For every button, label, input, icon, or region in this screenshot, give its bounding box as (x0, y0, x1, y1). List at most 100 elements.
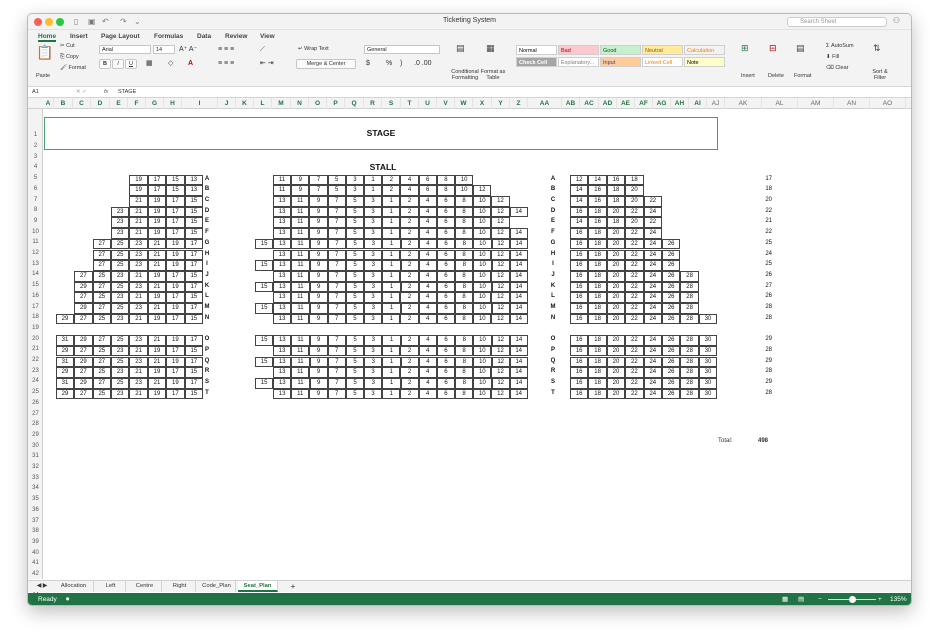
seat[interactable]: 15 (255, 335, 274, 346)
seat[interactable]: 6 (436, 388, 455, 400)
seat[interactable]: 5 (346, 303, 365, 314)
seat[interactable]: 16 (606, 174, 626, 186)
seat[interactable]: 7 (327, 345, 346, 357)
seat[interactable]: 3 (364, 367, 383, 378)
seat[interactable]: 18 (606, 196, 626, 207)
seat[interactable]: 24 (643, 356, 662, 368)
seat[interactable]: 25 (92, 292, 111, 303)
seat[interactable]: 23 (129, 356, 148, 368)
row-header-2[interactable]: 2 (28, 143, 43, 154)
cell-style-calculation[interactable]: Calculation (684, 45, 725, 55)
seat[interactable]: 1 (382, 356, 401, 368)
seat[interactable]: 2 (400, 217, 419, 229)
row-header-11[interactable]: 11 (28, 239, 43, 250)
seat[interactable]: 16 (588, 196, 607, 207)
fill-color-icon[interactable]: ◇ (168, 60, 173, 67)
sheet-tab-right[interactable]: Right (164, 581, 196, 592)
tab-formulas[interactable]: Formulas (154, 31, 183, 42)
seat[interactable]: 22 (625, 367, 644, 378)
column-header-af[interactable]: AF (635, 98, 653, 109)
row-header-36[interactable]: 36 (28, 507, 43, 518)
seat[interactable]: 9 (309, 367, 328, 378)
seat[interactable]: 8 (455, 345, 474, 357)
seat[interactable]: 13 (273, 367, 292, 378)
seat[interactable]: 2 (382, 185, 401, 196)
seat[interactable]: 10 (473, 270, 492, 282)
seat[interactable]: 13 (273, 313, 292, 325)
seat[interactable]: 19 (147, 217, 167, 229)
row-header-19[interactable]: 19 (28, 325, 43, 336)
seat[interactable]: 25 (92, 388, 111, 400)
seat[interactable]: 3 (364, 260, 383, 271)
seat[interactable]: 6 (436, 196, 455, 207)
seat[interactable]: 22 (625, 281, 644, 293)
seat[interactable]: 5 (345, 292, 364, 303)
column-header-c[interactable]: C (73, 98, 91, 109)
seat[interactable]: 2 (400, 292, 419, 303)
seat[interactable]: 11 (273, 185, 292, 196)
seat[interactable]: 2 (400, 238, 419, 250)
seat[interactable]: 6 (437, 377, 456, 389)
sort-filter-icon[interactable]: ⇅ (873, 44, 881, 54)
cell-style-explanatory[interactable]: Explanatory... (558, 57, 599, 67)
seat[interactable]: 4 (418, 335, 437, 346)
seat[interactable]: 13 (273, 217, 292, 229)
seat[interactable]: 6 (418, 185, 437, 196)
seat[interactable]: 21 (147, 249, 167, 261)
seat[interactable]: 11 (291, 281, 310, 293)
seat[interactable]: 10 (473, 217, 492, 229)
format-as-table-icon[interactable]: ▦ (486, 44, 495, 54)
seat[interactable]: 5 (345, 270, 364, 282)
seat[interactable]: 20 (625, 196, 644, 207)
seat[interactable]: 6 (436, 313, 455, 325)
seat[interactable]: 7 (309, 185, 328, 196)
seat[interactable]: 8 (455, 196, 474, 207)
font-size-select[interactable]: 14 (153, 45, 175, 54)
worksheet-grid[interactable]: A B C D E F G H I J K L M N O P Q R S T U V W X Y Z AA AB AC AD AE AF AG… (28, 98, 911, 598)
seat[interactable]: 26 (662, 303, 681, 314)
seat[interactable]: 21 (129, 313, 148, 325)
seat[interactable]: 4 (418, 345, 437, 357)
seat[interactable]: 17 (166, 196, 185, 207)
seat[interactable]: 14 (509, 313, 528, 325)
sheet-nav-icon[interactable]: ◀ ▶ (32, 581, 52, 592)
row-header-37[interactable]: 37 (28, 518, 43, 529)
seat[interactable]: 12 (491, 367, 510, 378)
seat[interactable]: 20 (606, 292, 626, 303)
seat[interactable]: 4 (418, 303, 437, 314)
cell-style-bad[interactable]: Bad (558, 45, 599, 55)
seat[interactable]: 19 (166, 281, 185, 293)
seat[interactable]: 27 (92, 260, 111, 271)
seat[interactable]: 22 (625, 377, 644, 389)
seat[interactable]: 10 (473, 367, 492, 378)
row-header-38[interactable]: 38 (28, 528, 43, 539)
seat[interactable]: 12 (491, 335, 510, 346)
seat[interactable]: 21 (129, 388, 148, 400)
seat[interactable]: 23 (129, 249, 148, 261)
cell-style-linkedcell[interactable]: Linked Cell (642, 57, 683, 67)
row-header-28[interactable]: 28 (28, 421, 43, 432)
column-header-aj[interactable]: AJ (707, 98, 725, 109)
seat[interactable]: 10 (473, 238, 492, 250)
seat[interactable]: 21 (129, 367, 148, 378)
seat[interactable]: 17 (166, 228, 185, 239)
seat[interactable]: 20 (606, 335, 626, 346)
seat[interactable]: 10 (473, 377, 492, 389)
macro-record-icon[interactable]: ⏺ (66, 593, 69, 605)
seat[interactable]: 16 (570, 249, 589, 261)
seat[interactable]: 3 (364, 292, 383, 303)
seat[interactable]: 28 (680, 356, 699, 368)
column-header-y[interactable]: Y (492, 98, 510, 109)
column-header-d[interactable]: D (91, 98, 110, 109)
seat[interactable]: 27 (74, 292, 93, 303)
column-header-am[interactable]: AM (798, 98, 834, 109)
seat[interactable]: 26 (662, 281, 681, 293)
column-header-z[interactable]: Z (510, 98, 528, 109)
seat[interactable]: 3 (345, 174, 364, 186)
seat[interactable]: 23 (129, 260, 148, 271)
seat[interactable]: 1 (382, 249, 401, 261)
seat[interactable]: 23 (111, 292, 130, 303)
seat[interactable]: 28 (680, 313, 699, 325)
seat[interactable]: 1 (382, 335, 401, 346)
seat[interactable]: 15 (255, 377, 274, 389)
